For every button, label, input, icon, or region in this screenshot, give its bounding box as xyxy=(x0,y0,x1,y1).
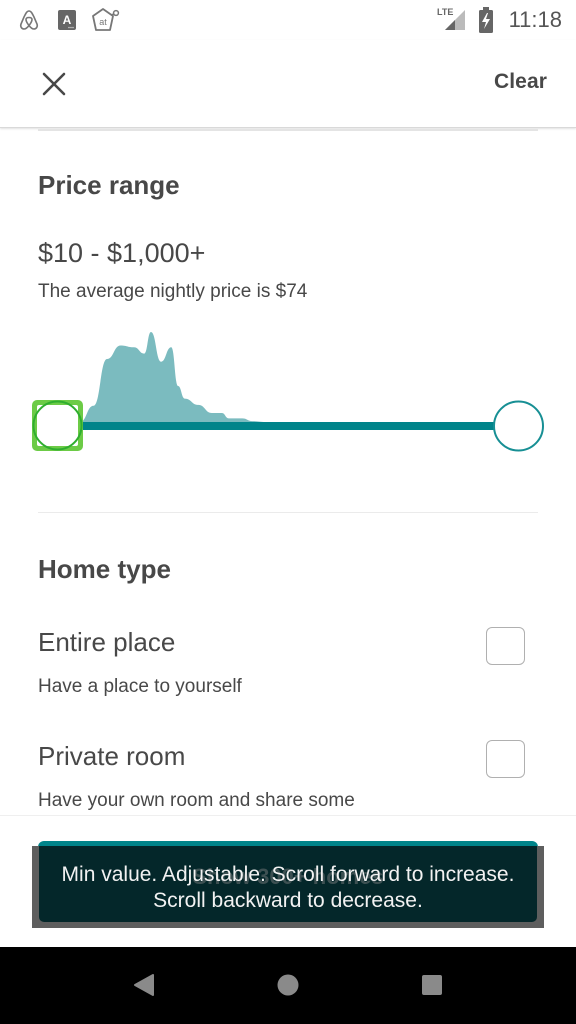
back-icon xyxy=(134,974,154,996)
font-a-icon: A xyxy=(58,10,76,35)
price-range-title: Price range xyxy=(38,170,180,200)
battery-charging-icon xyxy=(478,7,494,38)
close-button[interactable] xyxy=(34,64,74,104)
status-bar: A at LTE 11:18 xyxy=(0,0,576,40)
option-label: Entire place xyxy=(38,627,176,657)
toast-line-2: Scroll backward to decrease. xyxy=(153,889,423,912)
recents-icon xyxy=(422,975,442,995)
svg-text:A: A xyxy=(63,13,72,27)
clock: 11:18 xyxy=(508,7,562,32)
price-histogram-area xyxy=(80,332,283,422)
slider-max-handle[interactable] xyxy=(493,400,544,452)
section-divider xyxy=(38,512,538,513)
network-label: LTE xyxy=(437,7,453,17)
home-icon xyxy=(277,974,299,996)
filters-header: Clear xyxy=(0,40,576,128)
entire-place-checkbox[interactable] xyxy=(486,627,525,665)
airbnb-icon xyxy=(17,8,41,37)
accessibility-focus-inner xyxy=(37,405,78,446)
home-button[interactable] xyxy=(276,973,300,1002)
price-range-value: $10 - $1,000+ xyxy=(38,238,206,268)
back-button[interactable] xyxy=(133,973,155,1002)
price-histogram-chart xyxy=(32,332,544,452)
option-description: Have your own room and share some xyxy=(38,790,355,811)
svg-text:at: at xyxy=(99,17,107,27)
accessibility-toast: Show 300+ homes Min value. Adjustable. S… xyxy=(32,846,544,928)
option-label: Private room xyxy=(38,741,186,771)
toast-line-1: Min value. Adjustable. Scroll forward to… xyxy=(61,863,515,886)
close-icon xyxy=(42,72,66,96)
recents-button[interactable] xyxy=(421,973,443,1002)
slider-min-handle[interactable] xyxy=(32,400,83,451)
option-description: Have a place to yourself xyxy=(38,676,242,697)
home-type-title: Home type xyxy=(38,554,171,584)
lte-signal-icon: LTE xyxy=(437,6,467,37)
section-divider xyxy=(38,129,538,131)
toast-body: Show 300+ homes Min value. Adjustable. S… xyxy=(39,846,537,922)
system-nav-bar xyxy=(0,947,576,1024)
price-slider[interactable] xyxy=(0,320,576,470)
private-room-checkbox[interactable] xyxy=(486,740,525,778)
clear-button[interactable]: Clear xyxy=(494,70,547,94)
average-price-note: The average nightly price is $74 xyxy=(38,281,308,302)
slider-track[interactable] xyxy=(58,422,518,430)
at-tag-icon: at xyxy=(90,6,120,39)
